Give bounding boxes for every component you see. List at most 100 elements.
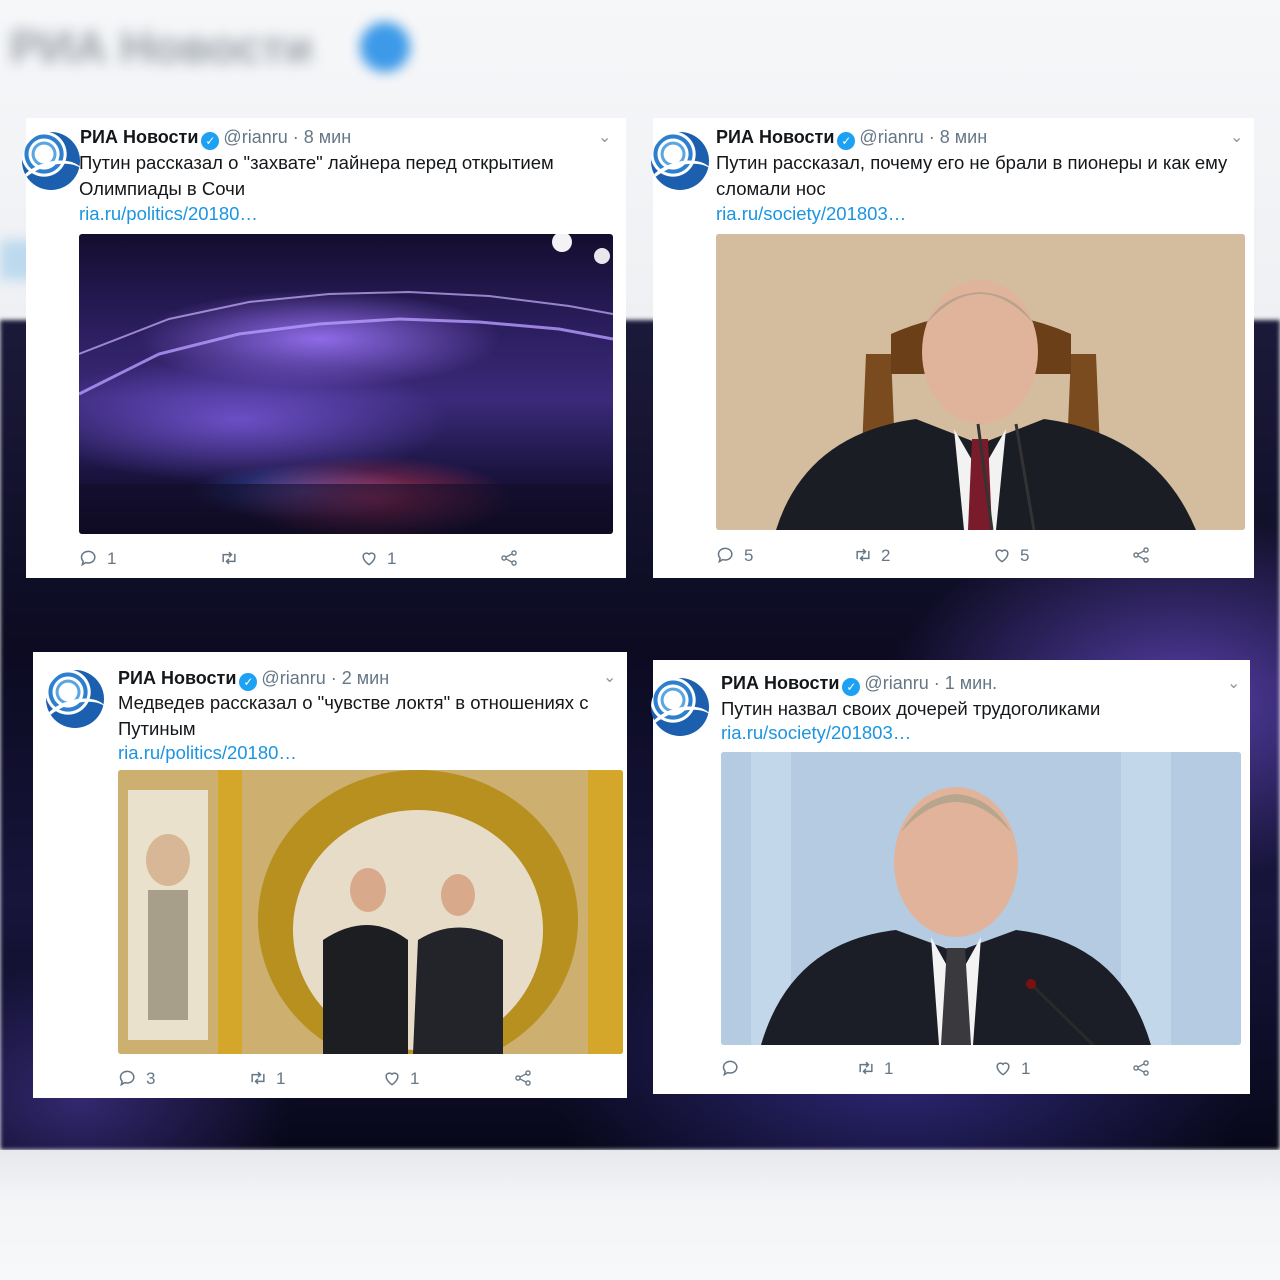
blurred-account-name: РИА Новости	[10, 21, 313, 73]
verified-icon: ✓	[201, 132, 220, 150]
reply-button[interactable]: 5	[716, 545, 753, 567]
account-handle[interactable]: @rianru	[261, 668, 325, 688]
tweet-card[interactable]: РИА Новости ✓ @rianru · 1 мин. ⌄ Путин наз…	[651, 660, 1250, 1094]
tweet-media[interactable]	[716, 234, 1245, 530]
share-button[interactable]	[1131, 1058, 1159, 1080]
account-name[interactable]: РИА Новости	[716, 127, 834, 147]
retweet-icon	[856, 548, 870, 562]
account-handle[interactable]: @rianru	[223, 127, 287, 147]
tweet-media[interactable]	[118, 770, 623, 1054]
portrait-photo	[721, 752, 1241, 1045]
share-button[interactable]	[1131, 545, 1159, 567]
reply-icon	[717, 547, 733, 564]
like-button[interactable]: 1	[359, 548, 396, 570]
chevron-down-icon[interactable]: ⌄	[1227, 676, 1240, 692]
retweet-icon	[251, 1071, 265, 1085]
account-handle[interactable]: @rianru	[859, 127, 923, 147]
retweet-count: 1	[884, 1059, 894, 1078]
account-name[interactable]: РИА Новости	[80, 127, 198, 147]
reply-count: 5	[744, 546, 754, 565]
tweet-text: Путин назвал своих дочерей трудоголиками	[721, 698, 1101, 719]
tweet-link[interactable]: ria.ru/society/201803…	[716, 203, 906, 225]
like-count: 5	[1020, 546, 1030, 565]
share-button[interactable]	[499, 548, 527, 570]
separator-dot: ·	[292, 127, 299, 147]
tweet-actions: 1 1	[79, 548, 619, 572]
tweet-link[interactable]: ria.ru/politics/20180…	[79, 203, 258, 225]
account-name[interactable]: РИА Новости	[721, 673, 839, 693]
like-count: 1	[387, 549, 397, 568]
tweet-actions: 1 1	[721, 1058, 1241, 1082]
verified-icon: ✓	[837, 132, 856, 150]
tweet-link[interactable]: ria.ru/society/201803…	[721, 722, 911, 744]
timestamp[interactable]: 1 мин.	[945, 673, 997, 693]
like-icon	[385, 1072, 399, 1086]
like-button[interactable]: 5	[992, 545, 1029, 567]
account-handle[interactable]: @rianru	[864, 673, 928, 693]
retweet-count: 2	[881, 546, 891, 565]
tweet-text: Путин рассказал о "захвате" лайнера пере…	[79, 152, 554, 199]
timestamp[interactable]: 8 мин	[304, 127, 351, 147]
portrait-photo	[716, 234, 1245, 530]
blurred-handle	[430, 26, 443, 80]
iconostasis-photo	[118, 770, 623, 1054]
tweet-header: РИА Новости ✓ @rianru · 1 мин.	[721, 672, 997, 696]
like-button[interactable]: 1	[382, 1068, 419, 1090]
retweet-icon	[859, 1061, 873, 1075]
iconostasis-illustration	[118, 770, 623, 1054]
tweet-text: Медведев рассказал о "чувстве локтя" в о…	[118, 692, 589, 739]
share-button[interactable]	[513, 1068, 541, 1090]
reply-button[interactable]: 3	[118, 1068, 155, 1090]
chevron-down-icon[interactable]: ⌄	[603, 670, 616, 686]
stadium-roof-illustration	[79, 234, 613, 534]
tweet-media[interactable]	[79, 234, 613, 534]
separator-dot: ·	[330, 668, 337, 688]
retweet-icon	[222, 551, 236, 565]
avatar[interactable]	[46, 670, 104, 728]
reply-icon	[80, 550, 96, 567]
share-icon	[515, 1070, 531, 1086]
retweet-button[interactable]: 1	[248, 1068, 285, 1090]
retweet-button[interactable]	[219, 548, 247, 570]
chevron-down-icon[interactable]: ⌄	[1230, 130, 1243, 146]
like-button[interactable]: 1	[993, 1058, 1030, 1080]
blurred-share-icon	[1170, 1150, 1280, 1280]
avatar[interactable]	[651, 132, 709, 190]
like-icon	[362, 552, 376, 566]
like-count: 1	[1021, 1059, 1031, 1078]
timestamp[interactable]: 2 мин	[342, 668, 389, 688]
retweet-button[interactable]: 2	[853, 545, 890, 567]
tweet-card[interactable]: РИА Новости ✓ @rianru · 8 мин ⌄ Путин расс…	[651, 118, 1254, 578]
reply-icon	[722, 1060, 738, 1077]
avatar[interactable]	[651, 678, 709, 736]
avatar[interactable]	[22, 132, 80, 190]
reply-button[interactable]: 1	[79, 548, 116, 570]
reply-count: 1	[107, 549, 117, 568]
tweet-text: Путин рассказал, почему его не брали в п…	[716, 152, 1228, 199]
tweet-header: РИА Новости ✓ @rianru · 8 мин	[80, 126, 351, 150]
share-icon	[501, 550, 517, 566]
timestamp[interactable]: 8 мин	[940, 127, 987, 147]
share-icon	[1133, 1060, 1149, 1076]
share-icon	[1133, 547, 1149, 563]
chevron-down-icon[interactable]: ⌄	[598, 130, 611, 146]
reply-icon	[119, 1070, 135, 1087]
portrait-illustration	[716, 234, 1245, 530]
tweet-header: РИА Новости ✓ @rianru · 2 мин	[118, 667, 389, 691]
like-icon	[995, 549, 1009, 563]
stadium-photo	[79, 234, 613, 534]
account-name[interactable]: РИА Новости	[118, 668, 236, 688]
portrait-illustration	[721, 752, 1241, 1045]
retweet-count: 1	[276, 1069, 286, 1088]
like-icon	[996, 1062, 1010, 1076]
tweet-card[interactable]: РИА Новости ✓ @rianru · 8 мин ⌄ Путин расс…	[22, 118, 626, 578]
tweet-media[interactable]	[721, 752, 1241, 1045]
blurred-verified-badge	[360, 22, 410, 72]
tweet-card[interactable]: РИА Новости ✓ @rianru · 2 мин ⌄ Медведев р…	[33, 652, 627, 1098]
tweet-actions: 3 1 1	[118, 1068, 618, 1092]
separator-dot: ·	[933, 673, 940, 693]
reply-button[interactable]	[721, 1058, 749, 1080]
reply-count: 3	[146, 1069, 156, 1088]
tweet-link[interactable]: ria.ru/politics/20180…	[118, 742, 297, 764]
retweet-button[interactable]: 1	[856, 1058, 893, 1080]
